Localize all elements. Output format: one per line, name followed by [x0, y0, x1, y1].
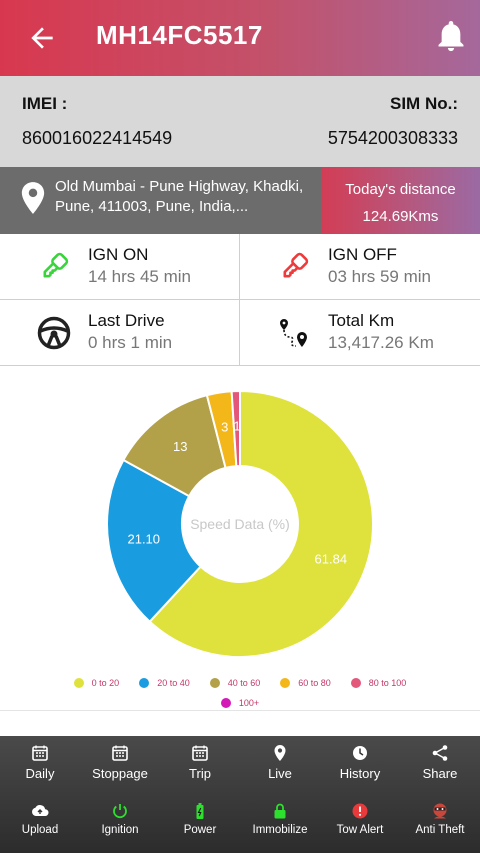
slice-value-label: 1: [233, 419, 240, 434]
nav-item-live[interactable]: Live: [240, 744, 320, 781]
stats-grid: IGN ON 14 hrs 45 min IGN OFF 03 hrs 59 m…: [0, 234, 480, 366]
speed-chart: 61.84 21.10 13 3 1 Speed Data (%): [0, 366, 480, 710]
location-pin-icon: [271, 744, 289, 762]
stat-label: IGN OFF: [328, 245, 397, 264]
nav-item-tow-alert[interactable]: Tow Alert: [320, 802, 400, 836]
legend-label: 20 to 40: [157, 678, 190, 688]
nav-item-power[interactable]: Power: [160, 802, 240, 836]
distance-value: 124.69Kms: [362, 208, 439, 225]
legend-item[interactable]: 100+: [220, 698, 260, 708]
slice-value-label: 3: [221, 420, 228, 435]
nav-label: Daily: [25, 766, 55, 781]
legend-swatch: [139, 678, 150, 688]
app-bar: MH14FC5517: [0, 0, 480, 76]
nav-item-share[interactable]: Share: [400, 744, 480, 781]
slice-value-label: 61.84: [315, 552, 348, 567]
legend-swatch: [280, 678, 291, 688]
nav-item-upload[interactable]: Upload: [0, 802, 80, 836]
speed-donut-chart: 61.84 21.10 13 3 1 Speed Data (%): [106, 389, 374, 658]
nav-row-1: Daily Stoppage Trip Live History Share: [0, 744, 480, 781]
legend-item[interactable]: 60 to 80: [280, 678, 331, 688]
legend-label: 100+: [238, 698, 260, 708]
imei-value: 860016022414549: [22, 128, 173, 148]
location-pin-icon: [21, 182, 45, 214]
stat-ign-off: IGN OFF 03 hrs 59 min: [240, 234, 480, 300]
nav-label: Anti Theft: [415, 824, 465, 836]
legend-label: 40 to 60: [227, 678, 261, 688]
nav-label: Immobilize: [252, 824, 308, 836]
stat-last-drive: Last Drive 0 hrs 1 min: [0, 300, 240, 366]
battery-icon: [191, 802, 209, 820]
legend-item[interactable]: 0 to 20: [73, 678, 120, 688]
nav-label: Upload: [21, 824, 59, 836]
nav-item-stoppage[interactable]: Stoppage: [80, 744, 160, 781]
power-icon: [111, 802, 129, 820]
nav-row-2: Upload Ignition Power Immobilize Tow Alert An…: [0, 802, 480, 836]
history-icon: [351, 744, 369, 762]
route-icon: [280, 319, 307, 347]
calendar-icon: [31, 744, 49, 762]
nav-label: Tow Alert: [336, 824, 384, 836]
nav-item-anti-theft[interactable]: Anti Theft: [400, 802, 480, 836]
lock-icon: [271, 802, 289, 820]
calendar-icon: [111, 744, 129, 762]
legend-label: 60 to 80: [298, 678, 331, 688]
legend-label: 0 to 20: [91, 678, 120, 688]
legend-item[interactable]: 20 to 40: [139, 678, 190, 688]
alert-icon: [351, 802, 369, 820]
sim-value: 5754200308333: [327, 128, 458, 148]
chart-legend: 0 to 20 20 to 40 40 to 60 60 to 80 80 to 100…: [0, 672, 480, 712]
address-text: Old Mumbai - Pune Highway, Khadki, Pune,…: [55, 178, 304, 215]
nav-item-trip[interactable]: Trip: [160, 744, 240, 781]
imei-label: IMEI :: [22, 94, 68, 113]
stat-ign-on: IGN ON 14 hrs 45 min: [0, 234, 240, 300]
calendar-icon: [191, 744, 209, 762]
legend-item[interactable]: 40 to 60: [209, 678, 261, 688]
slice-value-label: 13: [173, 439, 187, 454]
nav-label: Stoppage: [92, 766, 148, 781]
legend-swatch: [220, 698, 231, 708]
nav-label: Trip: [189, 766, 211, 781]
stat-value: 14 hrs 45 min: [88, 267, 191, 286]
nav-label: Live: [268, 766, 292, 781]
sim-label: SIM No.:: [390, 94, 458, 113]
stat-label: Last Drive: [88, 311, 165, 330]
stat-label: Total Km: [328, 311, 395, 330]
key-red-icon: [283, 252, 309, 278]
nav-label: Share: [422, 766, 458, 781]
nav-item-ignition[interactable]: Ignition: [80, 802, 160, 836]
slice-value-label: 21.10: [127, 532, 160, 547]
stat-value: 03 hrs 59 min: [328, 267, 431, 286]
device-info: IMEI : SIM No.: 860016022414549 57542003…: [0, 76, 480, 167]
address-panel[interactable]: Old Mumbai - Pune Highway, Khadki, Pune,…: [0, 167, 321, 234]
page-title: MH14FC5517: [96, 20, 263, 50]
key-green-icon: [43, 252, 69, 278]
legend-label: 80 to 100: [368, 678, 407, 688]
stat-total-km: Total Km 13,417.26 Km: [240, 300, 480, 366]
share-icon: [431, 744, 449, 762]
bell-icon[interactable]: [434, 20, 468, 54]
stat-value: 0 hrs 1 min: [88, 333, 173, 352]
arrow-left-icon[interactable]: [26, 22, 58, 54]
chart-center-title: Speed Data (%): [190, 516, 290, 532]
divider: [0, 710, 480, 711]
steering-wheel-icon: [37, 316, 71, 350]
distance-label: Today's distance: [345, 181, 456, 198]
nav-item-history[interactable]: History: [320, 744, 400, 781]
stat-value: 13,417.26 Km: [328, 333, 434, 352]
bottom-toolbar: Daily Stoppage Trip Live History Share Upload…: [0, 736, 480, 853]
legend-swatch: [350, 678, 361, 688]
thief-icon: [431, 802, 449, 820]
legend-item[interactable]: 80 to 100: [350, 678, 407, 688]
stat-label: IGN ON: [88, 245, 149, 264]
nav-label: Power: [183, 824, 217, 836]
nav-label: Ignition: [101, 824, 139, 836]
nav-label: History: [339, 766, 381, 781]
legend-swatch: [209, 678, 220, 688]
todays-distance: Today's distance 124.69Kms: [321, 167, 480, 234]
legend-swatch: [73, 678, 84, 688]
nav-item-daily[interactable]: Daily: [0, 744, 80, 781]
nav-item-immobilize[interactable]: Immobilize: [240, 802, 320, 836]
cloud-upload-icon: [31, 802, 49, 820]
